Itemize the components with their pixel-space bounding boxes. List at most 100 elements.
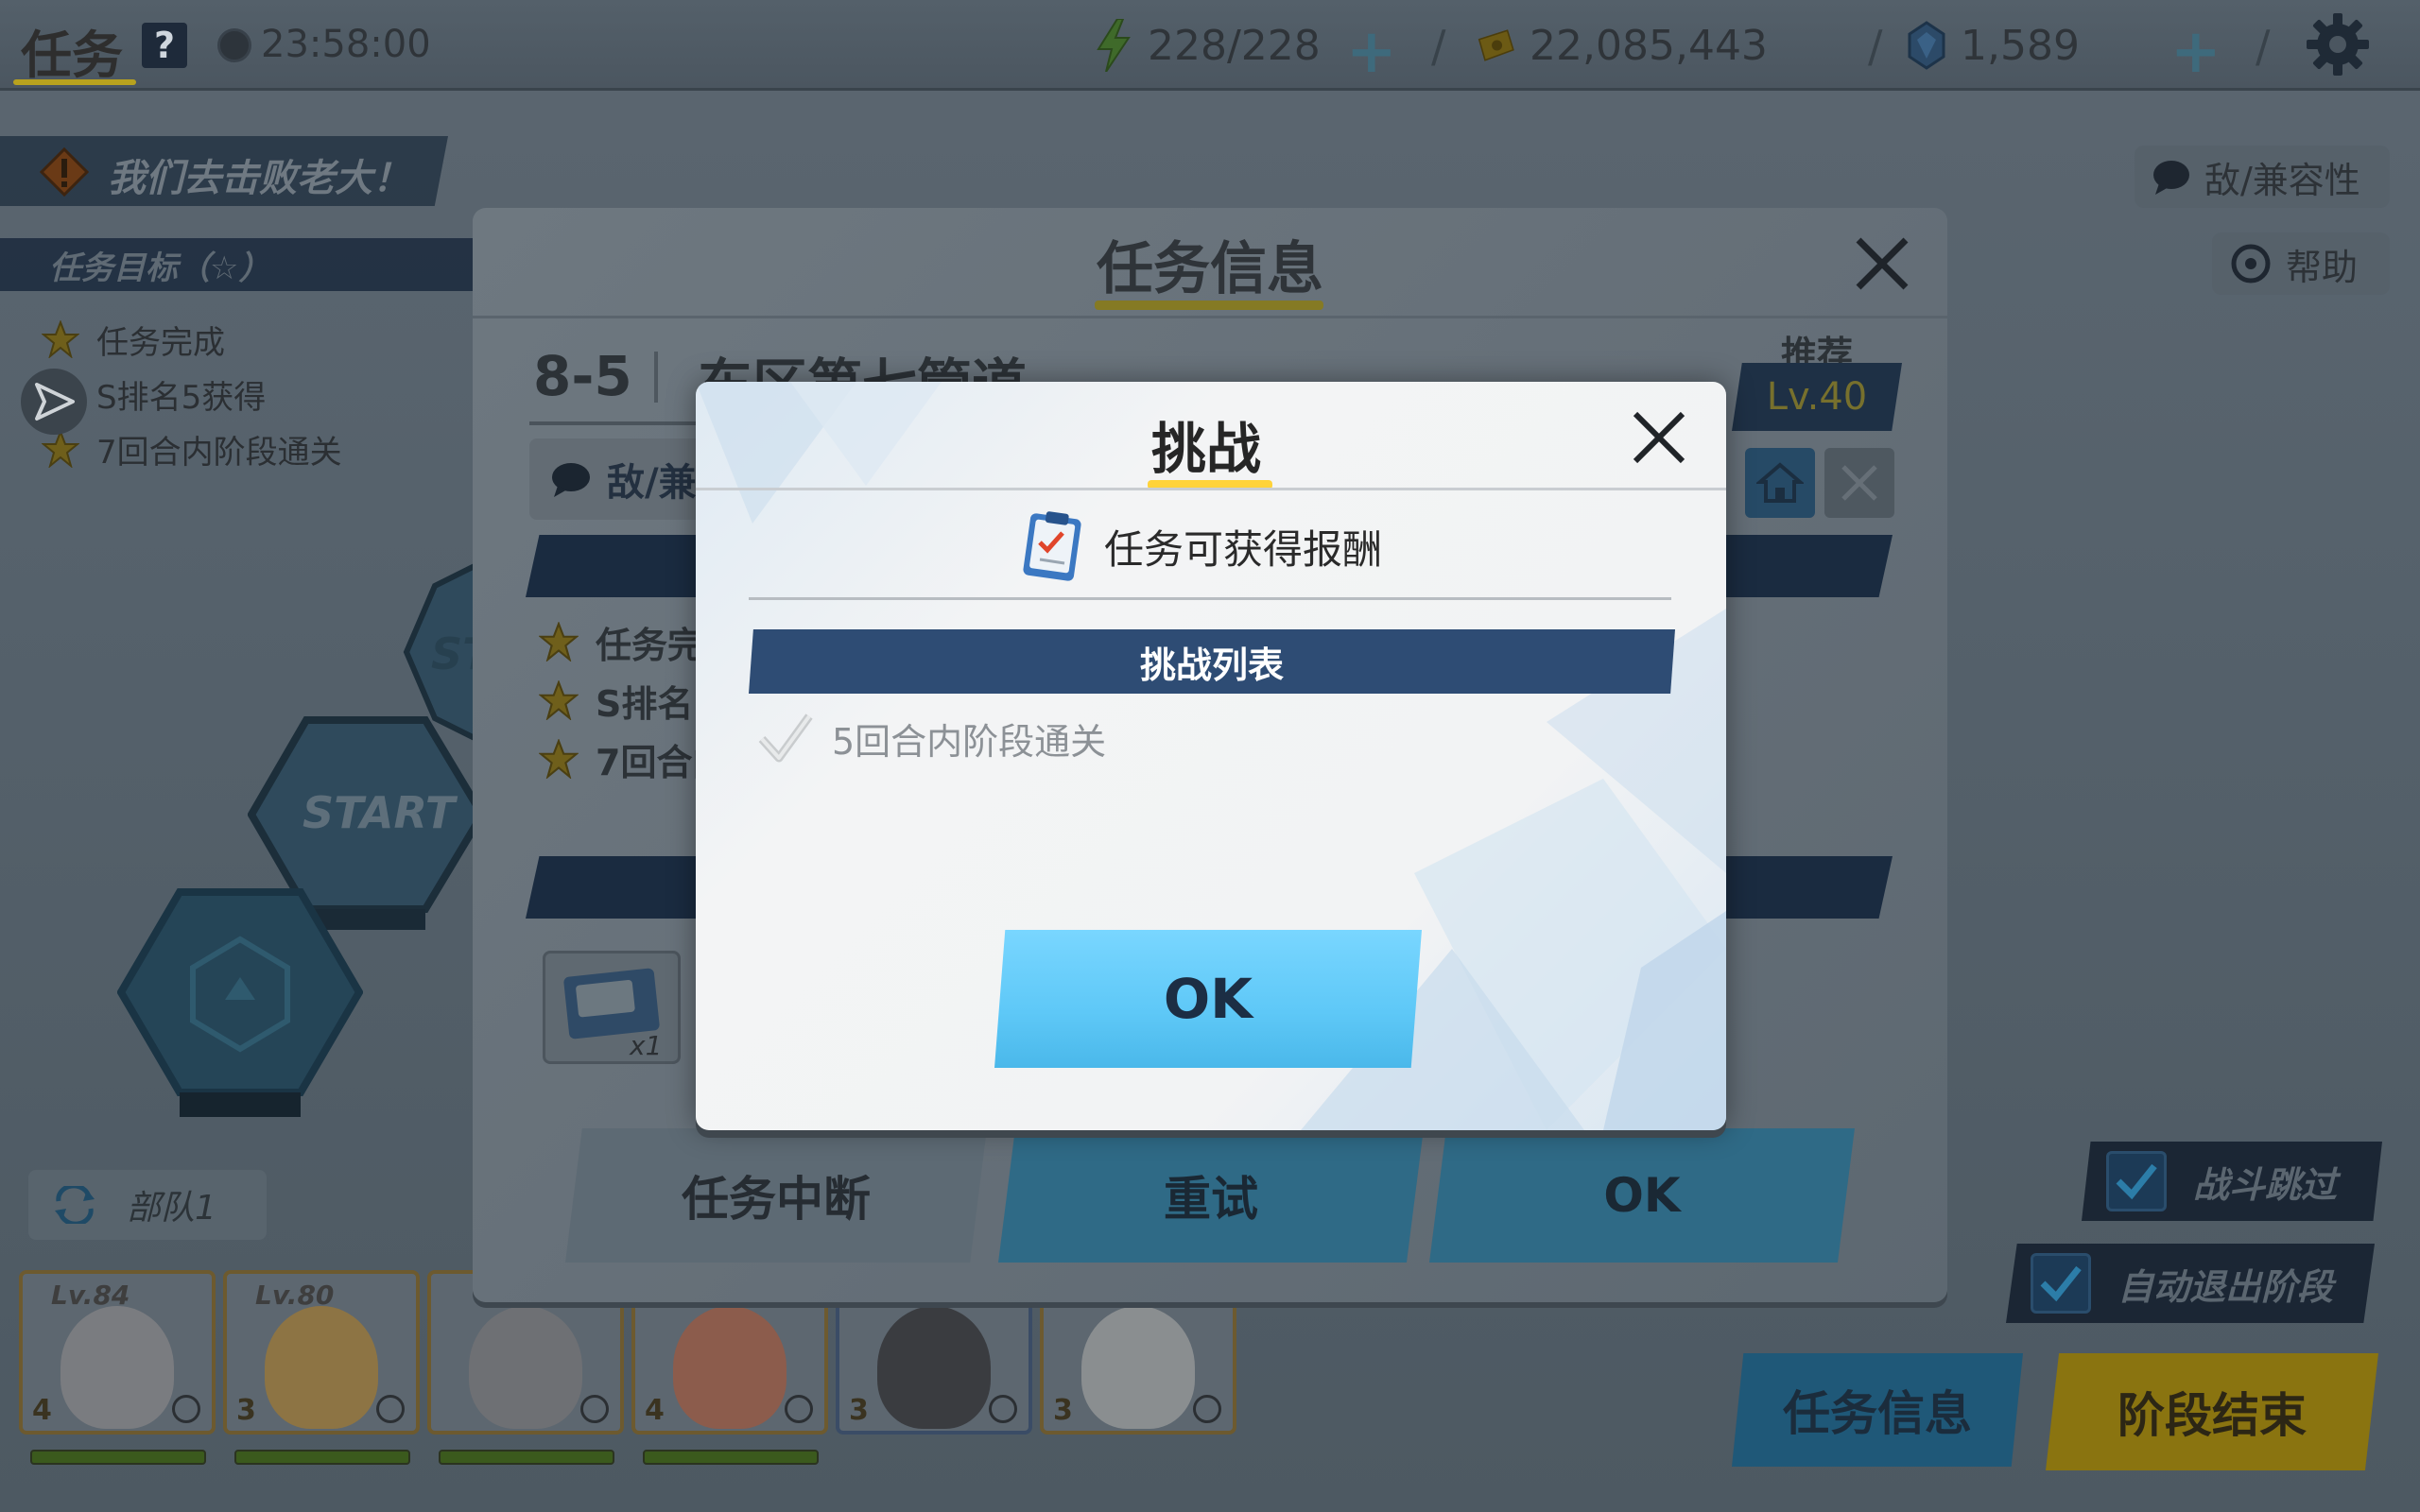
- swap-icon: [55, 1186, 95, 1224]
- help-icon: [2231, 244, 2271, 284]
- energy-resource: 228/228: [1093, 19, 1321, 72]
- gold-resource: 22,085,443: [1475, 19, 1768, 72]
- gear-icon[interactable]: [2305, 11, 2371, 77]
- target-icon: [580, 1395, 609, 1423]
- gem-value: 1,589: [1961, 21, 2080, 70]
- star-icon: [539, 739, 579, 779]
- objective-item: S排名5获得: [42, 367, 342, 421]
- ok-button[interactable]: OK: [994, 930, 1422, 1068]
- challenge-list-header: 挑战列表: [749, 629, 1675, 694]
- stage-id: 8-5: [533, 344, 632, 408]
- checkbox: [2106, 1151, 2167, 1211]
- portrait-rank: 3: [236, 1394, 256, 1427]
- arrow-icon: [35, 383, 75, 421]
- team-selector[interactable]: 部队1: [28, 1170, 267, 1240]
- character-portrait[interactable]: Lv.84 4: [19, 1270, 216, 1435]
- character-face: [469, 1306, 582, 1429]
- challenge-item: 5回合内阶段通关: [756, 709, 1106, 767]
- gold-value: 22,085,443: [1530, 21, 1768, 70]
- help-label: 帮助: [2286, 246, 2359, 288]
- stage-underline: [529, 421, 718, 425]
- character-face: [877, 1306, 991, 1429]
- gem-plus-button[interactable]: +: [2170, 17, 2221, 87]
- screen-title: 任务: [21, 26, 123, 85]
- gem-icon: [1906, 21, 1947, 70]
- energy-value: 228/228: [1148, 21, 1321, 70]
- energy-icon: [1093, 19, 1134, 72]
- dialog-title: 挑战: [1151, 417, 1262, 481]
- character-face: [1081, 1306, 1195, 1429]
- objective-label: 任务完: [596, 624, 704, 666]
- divider: [749, 597, 1671, 600]
- mission-info-title: 任务信息: [1097, 236, 1323, 302]
- team-label: 部队1: [127, 1189, 216, 1228]
- character-portrait[interactable]: Lv.80 3: [223, 1270, 420, 1435]
- energy-plus-button[interactable]: +: [1346, 17, 1397, 87]
- target-icon: [376, 1395, 405, 1423]
- check-icon: [2040, 1265, 2082, 1302]
- hp-bar: [234, 1450, 410, 1465]
- objective-label: 7回合内阶段通关: [96, 433, 342, 472]
- warning-icon: [39, 146, 90, 198]
- collapse-arrow-button[interactable]: [21, 369, 87, 435]
- boss-text: 我们去击败老大！: [108, 157, 410, 200]
- enemy-compat-label: 敌/兼: [607, 461, 697, 505]
- target-icon: [172, 1395, 200, 1423]
- star-icon: [42, 320, 79, 358]
- target-icon: [785, 1395, 813, 1423]
- screen-title-underline: [13, 79, 136, 85]
- speech-icon: [2153, 161, 2189, 195]
- objective-item: 7回合内阶段通关: [42, 421, 342, 476]
- clock-icon: [217, 28, 251, 62]
- auto-exit-toggle[interactable]: 自动退出阶段: [2006, 1244, 2375, 1323]
- portrait-rank: 4: [645, 1394, 665, 1427]
- hp-bar: [439, 1450, 614, 1465]
- abort-mission-button[interactable]: 任务中断: [565, 1128, 987, 1263]
- mission-ok-button[interactable]: OK: [1429, 1128, 1855, 1263]
- retry-button[interactable]: 重试: [998, 1128, 1424, 1263]
- character-face: [673, 1306, 786, 1429]
- checkmark-icon: [758, 713, 813, 763]
- divider: [696, 488, 1726, 490]
- reward-text: 任务可获得报酬: [1104, 526, 1383, 573]
- recommend-level: Lv.40: [1732, 363, 1902, 431]
- portrait-rank: 3: [1053, 1394, 1073, 1427]
- character-face: [60, 1306, 174, 1429]
- divider: /: [1868, 21, 1883, 72]
- close-icon[interactable]: [1626, 404, 1692, 471]
- divider: /: [2256, 21, 2271, 72]
- hp-bar: [30, 1450, 206, 1465]
- start-label: START: [302, 787, 458, 838]
- objective-label: S排名5获得: [96, 378, 267, 417]
- star-icon: [539, 680, 579, 720]
- battle-skip-label: 战斗跳过: [2193, 1163, 2338, 1206]
- enemy-compat-button[interactable]: 敌/兼容性: [2135, 146, 2390, 208]
- challenge-item-label: 5回合内阶段通关: [832, 720, 1107, 763]
- title-underline: [1095, 301, 1323, 310]
- gold-icon: [1475, 21, 1516, 70]
- star-icon: [539, 622, 579, 662]
- help-button[interactable]: ?: [142, 23, 187, 68]
- help-side-button[interactable]: 帮助: [2212, 232, 2390, 295]
- divider: [654, 352, 658, 403]
- clock-time: 23:58:00: [261, 23, 431, 66]
- star-icon: [42, 430, 79, 468]
- stage-end-button[interactable]: 阶段结束: [2046, 1353, 2378, 1470]
- checkbox: [2031, 1253, 2091, 1314]
- base-hex-tile[interactable]: [117, 883, 363, 1128]
- character-face: [265, 1306, 378, 1429]
- home-icon[interactable]: [1745, 448, 1815, 518]
- clipboard-icon: [1015, 508, 1089, 582]
- speech-icon: [552, 463, 590, 497]
- close-square-icon[interactable]: [1824, 448, 1894, 518]
- objective-item: 任务完成: [42, 312, 342, 367]
- portrait-rank: 4: [32, 1394, 52, 1427]
- check-icon: [2116, 1163, 2157, 1200]
- battle-skip-toggle[interactable]: 战斗跳过: [2082, 1142, 2382, 1221]
- objectives-header: 任务目标（☆）: [49, 249, 271, 287]
- divider: [473, 316, 1947, 318]
- mission-info-button[interactable]: 任务信息: [1732, 1353, 2023, 1467]
- objectives-list: 任务完成 S排名5获得 7回合内阶段通关: [42, 312, 342, 476]
- portrait-rank: 3: [849, 1394, 869, 1427]
- close-icon[interactable]: [1849, 231, 1915, 297]
